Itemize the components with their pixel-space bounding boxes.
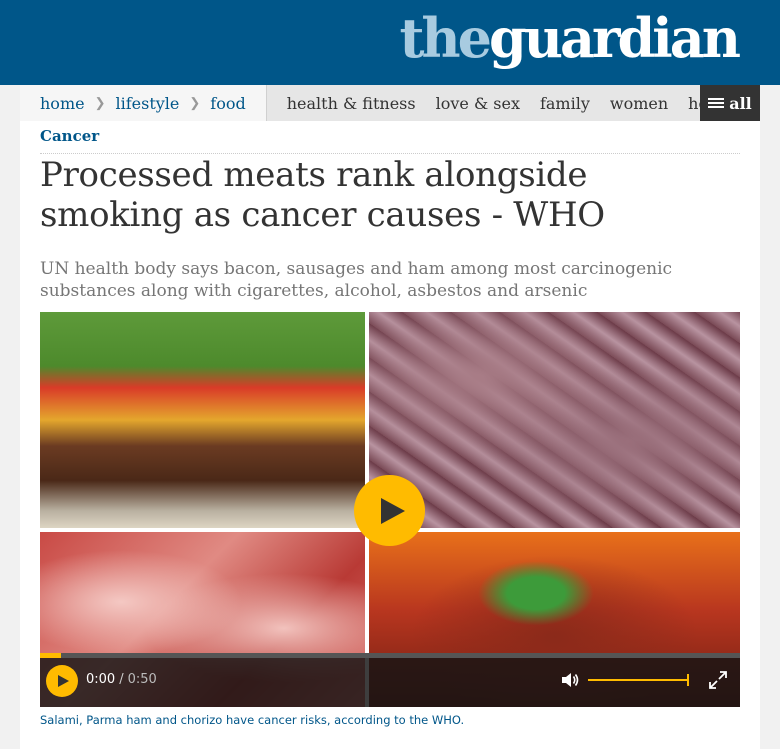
article-content: Cancer Processed meats rank alongside sm… bbox=[20, 121, 760, 749]
volume-slider-handle[interactable] bbox=[687, 674, 689, 686]
divider bbox=[40, 153, 740, 154]
all-sections-label: all bbox=[729, 93, 752, 113]
burger-image bbox=[40, 312, 365, 528]
time-separator: / bbox=[119, 672, 124, 687]
volume-slider-fill bbox=[588, 679, 688, 681]
current-time: 0:00 bbox=[86, 672, 116, 687]
salami-image bbox=[369, 312, 740, 528]
video-time: 0:00/0:50 bbox=[86, 672, 157, 687]
video-progress-bar[interactable] bbox=[40, 653, 740, 658]
nav-link-family[interactable]: family bbox=[540, 94, 590, 113]
menu-icon bbox=[708, 97, 725, 109]
guardian-logo[interactable]: theguardian bbox=[399, 6, 741, 70]
volume-icon[interactable] bbox=[560, 671, 580, 689]
chevron-right-icon: ❯ bbox=[94, 95, 106, 111]
nav-link-women[interactable]: women bbox=[610, 94, 668, 113]
fullscreen-icon[interactable] bbox=[708, 670, 728, 690]
big-play-button[interactable] bbox=[354, 475, 425, 546]
breadcrumb-food[interactable]: food bbox=[210, 94, 245, 113]
video-duration: 0:50 bbox=[127, 672, 157, 687]
nav-link-health-fitness[interactable]: health & fitness bbox=[287, 94, 416, 113]
video-controls: 0:00/0:50 bbox=[40, 653, 740, 707]
play-button[interactable] bbox=[46, 665, 78, 697]
article-headline: Processed meats rank alongside smoking a… bbox=[40, 155, 605, 235]
video-player[interactable]: 0:00/0:50 bbox=[40, 312, 740, 707]
play-icon bbox=[380, 497, 405, 524]
video-progress-fill bbox=[40, 653, 61, 658]
section-links: health & fitness love & sex family women… bbox=[267, 94, 760, 113]
play-icon bbox=[58, 675, 69, 687]
all-sections-button[interactable]: all bbox=[700, 85, 760, 121]
video-caption: Salami, Parma ham and chorizo have cance… bbox=[40, 713, 465, 727]
breadcrumb-lifestyle[interactable]: lifestyle bbox=[115, 94, 179, 113]
section-kicker[interactable]: Cancer bbox=[40, 127, 99, 145]
breadcrumb-home[interactable]: home bbox=[40, 94, 85, 113]
breadcrumb: home ❯ lifestyle ❯ food bbox=[20, 85, 267, 121]
chevron-right-icon: ❯ bbox=[189, 95, 201, 111]
volume-slider[interactable] bbox=[588, 674, 689, 686]
nav-link-love-sex[interactable]: love & sex bbox=[436, 94, 520, 113]
navigation-bar: home ❯ lifestyle ❯ food health & fitness… bbox=[20, 85, 760, 121]
masthead: theguardian bbox=[0, 0, 780, 85]
article-standfirst: UN health body says bacon, sausages and … bbox=[40, 259, 673, 301]
